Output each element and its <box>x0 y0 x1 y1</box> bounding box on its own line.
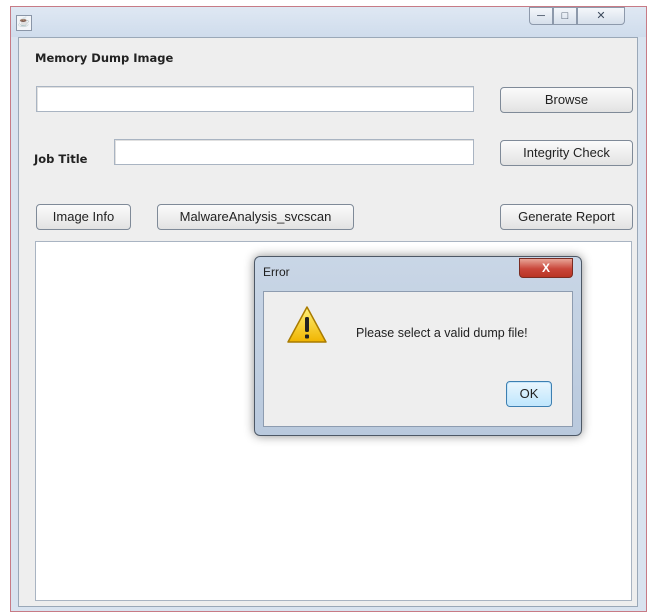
memory-dump-input[interactable] <box>36 86 474 112</box>
java-cup-icon: ☕ <box>16 15 32 31</box>
job-title-label: Job Title <box>34 152 88 166</box>
generate-report-button[interactable]: Generate Report <box>500 204 633 230</box>
close-window-button[interactable]: ✕ <box>577 7 625 25</box>
browse-button[interactable]: Browse <box>500 87 633 113</box>
dialog-title: Error <box>263 265 290 279</box>
ok-button[interactable]: OK <box>506 381 552 407</box>
malware-analysis-button[interactable]: MalwareAnalysis_svcscan <box>157 204 354 230</box>
maximize-icon: □ <box>561 10 569 22</box>
minimize-button[interactable]: ─ <box>529 7 553 25</box>
integrity-check-button[interactable]: Integrity Check <box>500 140 633 166</box>
dialog-close-button[interactable]: X <box>519 258 573 278</box>
title-bar[interactable]: ☕ ─ □ ✕ <box>11 7 646 37</box>
minimize-icon: ─ <box>537 10 545 22</box>
dialog-body: Please select a valid dump file! OK <box>263 291 573 427</box>
error-dialog: Error X Please select a valid dump file!… <box>254 256 582 436</box>
dialog-message: Please select a valid dump file! <box>356 326 528 340</box>
warning-icon <box>287 306 327 343</box>
close-icon: ✕ <box>596 10 606 22</box>
close-icon: X <box>541 261 550 275</box>
image-info-button[interactable]: Image Info <box>36 204 131 230</box>
job-title-input[interactable] <box>114 139 474 165</box>
memory-dump-label: Memory Dump Image <box>35 51 174 65</box>
maximize-button[interactable]: □ <box>553 7 577 25</box>
